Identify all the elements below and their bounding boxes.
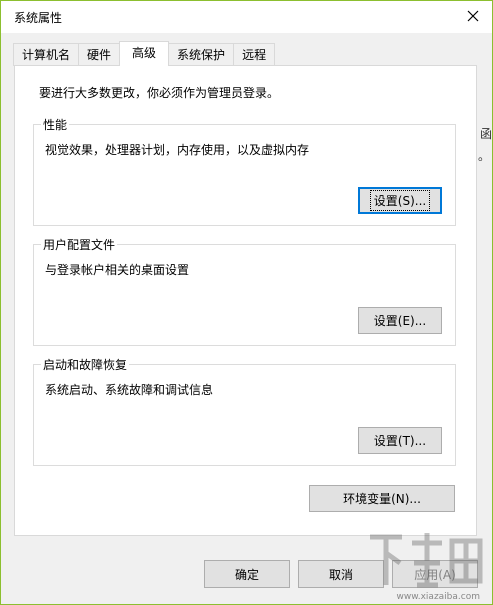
tab-strip: 计算机名 硬件 高级 系统保护 远程 xyxy=(13,41,276,66)
watermark-logo-icon xyxy=(370,533,483,588)
startup-recovery-settings-button[interactable]: 设置(T)... xyxy=(358,427,442,454)
window-title: 系统属性 xyxy=(14,11,63,25)
startup-recovery-group: 启动和故障恢复 系统启动、系统故障和调试信息 设置(T)... xyxy=(33,356,456,466)
button-label: 设置(S)... xyxy=(369,190,431,211)
system-properties-dialog: 系统属性 计算机名 硬件 高级 系统保护 远程 要进行大多数更改，你必须作为管理… xyxy=(0,0,493,605)
performance-group: 性能 视觉效果，处理器计划，内存使用，以及虚拟内存 设置(S)... xyxy=(33,116,456,226)
tab-advanced[interactable]: 高级 xyxy=(119,41,170,66)
background-text-fragment: 函 xyxy=(479,127,492,141)
close-icon xyxy=(467,10,479,22)
performance-settings-button[interactable]: 设置(S)... xyxy=(358,187,442,214)
group-description: 与登录帐户相关的桌面设置 xyxy=(45,263,190,277)
environment-variables-button[interactable]: 环境变量(N)... xyxy=(309,485,455,512)
user-profiles-settings-button[interactable]: 设置(E)... xyxy=(358,307,442,334)
ok-button[interactable]: 确定 xyxy=(204,560,290,588)
title-bar: 系统属性 xyxy=(1,1,492,33)
group-description: 系统启动、系统故障和调试信息 xyxy=(45,383,214,397)
user-profiles-group: 用户配置文件 与登录帐户相关的桌面设置 设置(E)... xyxy=(33,236,456,346)
tab-computer-name[interactable]: 计算机名 xyxy=(13,43,80,66)
group-title: 启动和故障恢复 xyxy=(41,356,130,373)
tab-system-protection[interactable]: 系统保护 xyxy=(168,43,235,66)
watermark-url: www.xiazaiba.com xyxy=(396,592,480,602)
group-title: 用户配置文件 xyxy=(41,236,118,253)
background-text-fragment: 。 xyxy=(477,149,490,163)
advanced-tab-panel: 要进行大多数更改，你必须作为管理员登录。 性能 视觉效果，处理器计划，内存使用，… xyxy=(14,65,477,536)
close-button[interactable] xyxy=(460,4,486,28)
group-description: 视觉效果，处理器计划，内存使用，以及虚拟内存 xyxy=(45,143,310,157)
tab-hardware[interactable]: 硬件 xyxy=(78,43,121,66)
admin-notice: 要进行大多数更改，你必须作为管理员登录。 xyxy=(39,86,280,100)
group-title: 性能 xyxy=(41,116,70,133)
tab-remote[interactable]: 远程 xyxy=(233,43,276,66)
